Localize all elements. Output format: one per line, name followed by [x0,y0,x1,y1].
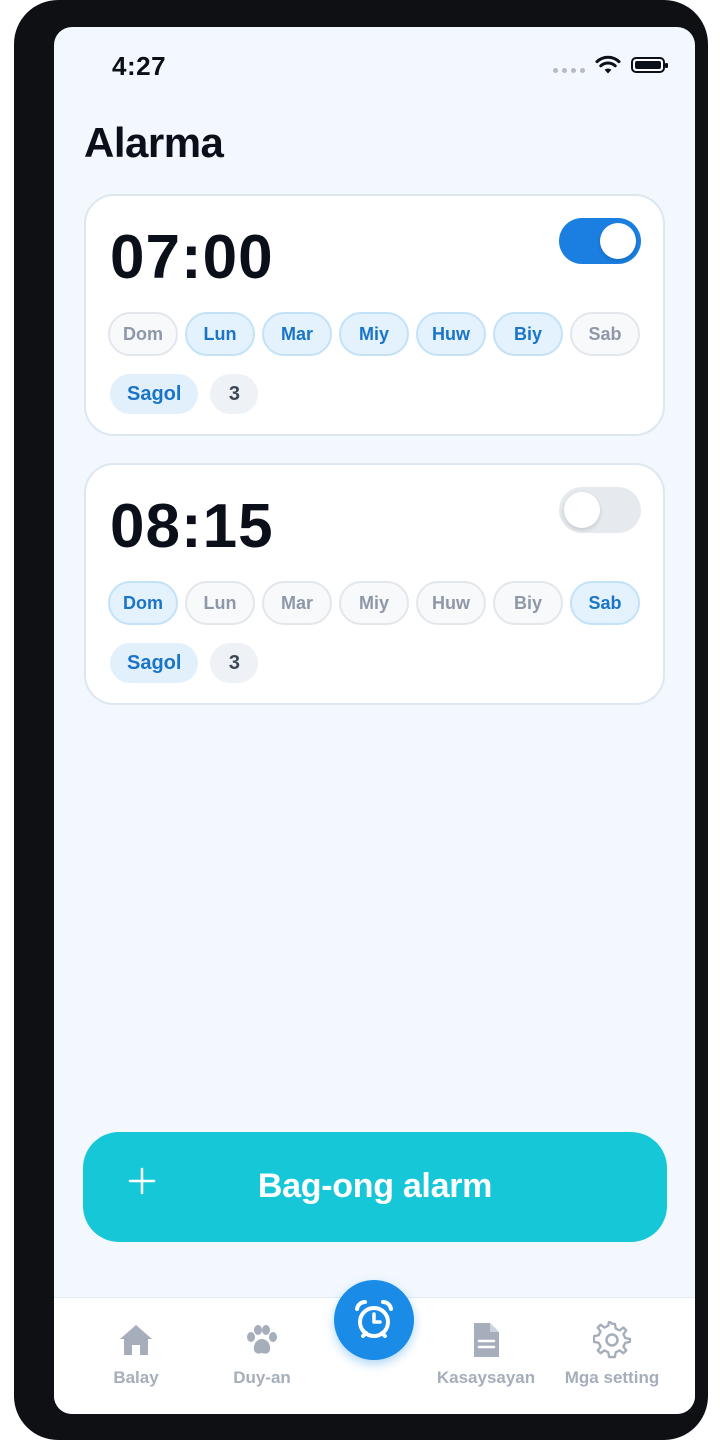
count-chip: 3 [210,643,259,683]
cellular-signal-icon [553,67,585,73]
gear-icon [552,1320,672,1360]
battery-icon [631,57,668,73]
new-alarm-label: Bag-ong alarm [257,1167,493,1205]
document-icon [426,1320,546,1360]
device-frame: 4:27 Alarma 07:00 Dom Lun Mar Miy Huw Bi… [14,0,708,1440]
wifi-icon [595,55,621,74]
tab-alarm[interactable] [334,1280,414,1360]
day-chip-wednesday[interactable]: Miy [339,581,409,625]
weekday-selector: Dom Lun Mar Miy Huw Biy Sab [108,581,640,625]
alarm-toggle[interactable] [559,487,641,533]
day-chip-sunday[interactable]: Dom [108,312,178,356]
day-chip-tuesday[interactable]: Mar [262,312,332,356]
status-time: 4:27 [112,51,167,81]
alarm-meta: Sagol 3 [110,374,259,414]
tab-label: Duy-an [233,1368,291,1387]
day-chip-monday[interactable]: Lun [185,581,255,625]
alarm-meta: Sagol 3 [110,643,259,683]
screen: 4:27 Alarma 07:00 Dom Lun Mar Miy Huw Bi… [54,27,695,1414]
day-chip-sunday[interactable]: Dom [108,581,178,625]
day-chip-thursday[interactable]: Huw [416,581,486,625]
alarm-time[interactable]: 07:00 [110,222,274,293]
tab-label: Mga setting [564,1368,660,1387]
day-chip-saturday[interactable]: Sab [570,581,640,625]
tab-pets[interactable]: Duy-an [202,1320,322,1388]
status-icons [553,55,668,75]
tab-bar: Balay Duy-an Kasaysayan Mga setting [54,1280,695,1414]
tab-label: Balay [113,1368,159,1387]
sound-chip[interactable]: Sagol [110,374,199,414]
tab-settings[interactable]: Mga setting [552,1320,672,1388]
toggle-knob [564,492,600,528]
day-chip-thursday[interactable]: Huw [416,312,486,356]
tab-home[interactable]: Balay [76,1320,196,1388]
day-chip-wednesday[interactable]: Miy [339,312,409,356]
home-icon [76,1320,196,1360]
alarm-clock-icon [355,1299,393,1338]
alarm-toggle[interactable] [559,218,641,264]
day-chip-tuesday[interactable]: Mar [262,581,332,625]
alarm-card[interactable]: 07:00 Dom Lun Mar Miy Huw Biy Sab Sagol … [84,194,665,436]
count-chip: 3 [210,374,259,414]
toggle-knob [600,223,636,259]
day-chip-saturday[interactable]: Sab [570,312,640,356]
alarm-card[interactable]: 08:15 Dom Lun Mar Miy Huw Biy Sab Sagol … [84,463,665,705]
tab-history[interactable]: Kasaysayan [426,1320,546,1388]
alarm-time[interactable]: 08:15 [110,491,274,562]
paw-icon [202,1320,322,1360]
sound-chip[interactable]: Sagol [110,643,199,683]
day-chip-monday[interactable]: Lun [185,312,255,356]
tab-label: Kasaysayan [436,1368,536,1387]
weekday-selector: Dom Lun Mar Miy Huw Biy Sab [108,312,640,356]
day-chip-friday[interactable]: Biy [493,312,563,356]
new-alarm-button[interactable]: Bag-ong alarm [83,1132,667,1242]
day-chip-friday[interactable]: Biy [493,581,563,625]
page-title: Alarma [84,119,224,166]
